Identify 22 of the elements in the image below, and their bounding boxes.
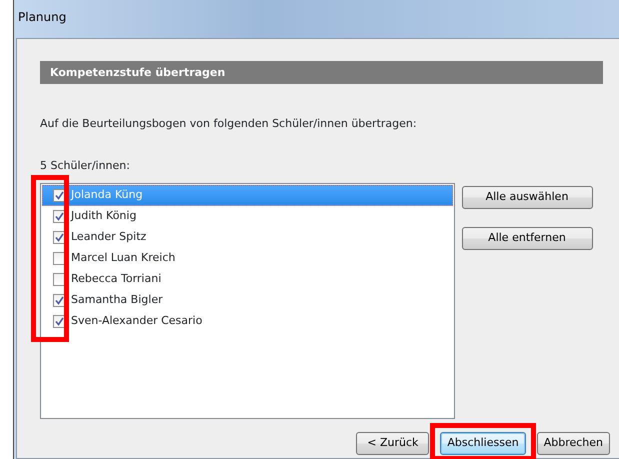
student-row[interactable]: Marcel Luan Kreich [42,248,453,269]
student-row[interactable]: Sven-Alexander Cesario [42,311,453,332]
remove-all-button[interactable]: Alle entfernen [462,227,592,250]
student-name: Leander Spitz [71,229,146,246]
student-row[interactable]: Samantha Bigler [42,290,453,311]
student-row[interactable]: Leander Spitz [42,227,453,248]
student-row[interactable]: Judith König [42,206,453,227]
student-row[interactable]: Rebecca Torriani [42,269,453,290]
count-label: 5 Schüler/innen: [40,158,131,174]
student-name: Jolanda Küng [71,187,143,204]
dialog-button[interactable]: Abbrechen [536,432,610,455]
student-name: Samantha Bigler [71,292,163,308]
dialog-button[interactable]: Abschliessen [440,432,526,455]
instruction-text: Auf die Beurteilungsbogen von folgenden Schüler/innen übertragen: [40,116,418,132]
section-header: Kompetenzstufe übertragen [40,61,603,84]
student-name: Rebecca Torriani [71,271,162,288]
student-name: Sven-Alexander Cesario [71,313,202,330]
window-title: Planung [17,9,68,26]
student-name: Judith König [71,208,136,224]
select-all-button[interactable]: Alle auswählen [462,186,592,209]
dialog-button[interactable]: < Zurück [356,432,430,455]
student-name: Marcel Luan Kreich [71,250,176,266]
